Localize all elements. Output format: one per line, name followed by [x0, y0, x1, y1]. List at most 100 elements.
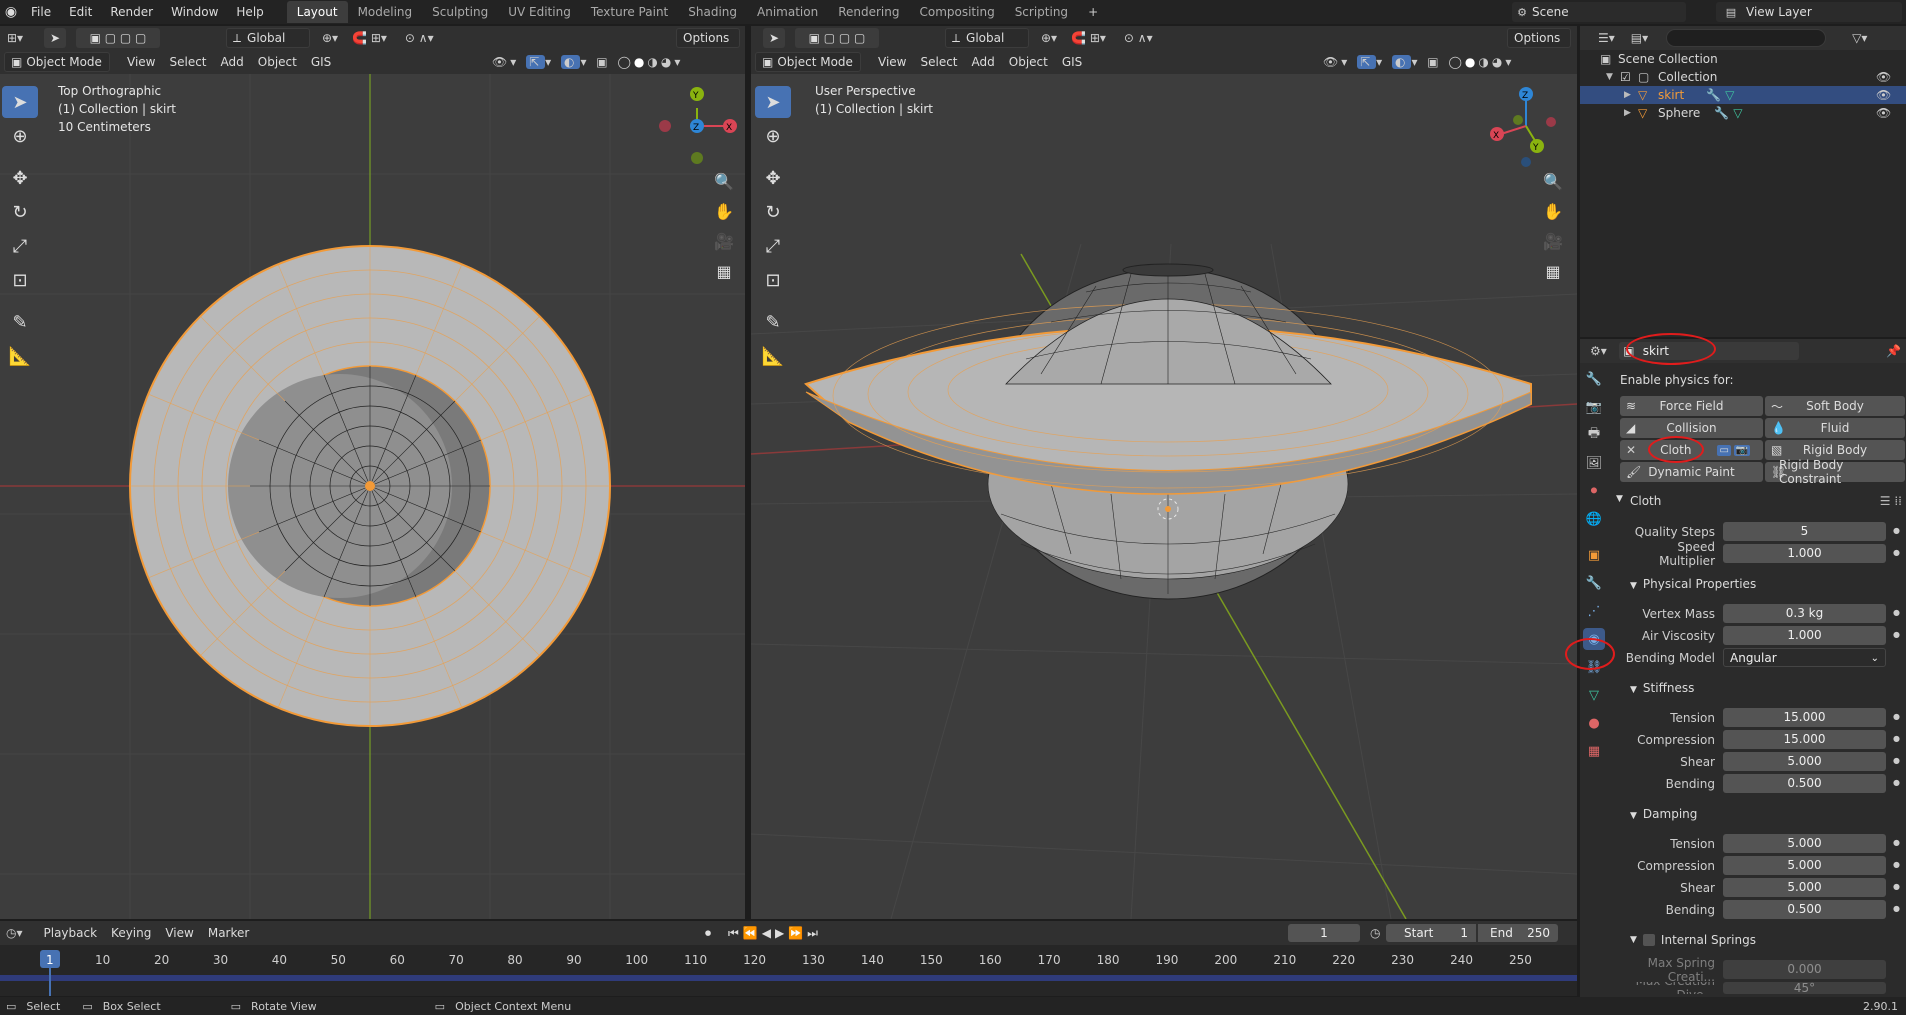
blender-logo-icon[interactable]: ◉: [0, 4, 22, 20]
right-viewport[interactable]: Z X Y User Perspective (1) Collection | …: [751, 74, 1577, 919]
keyframe-dot-icon[interactable]: ●: [1893, 860, 1900, 869]
select-tool-icon[interactable]: ➤: [44, 28, 66, 48]
timeline-menu-view[interactable]: View: [158, 922, 200, 944]
scene-selector[interactable]: ⚙ Scene: [1512, 2, 1686, 22]
internal-springs-checkbox[interactable]: [1642, 934, 1655, 946]
menu-render[interactable]: Render: [101, 0, 162, 24]
expand-arrow-icon[interactable]: ▶: [1624, 108, 1638, 118]
camera-icon[interactable]: 🎥: [709, 226, 739, 256]
select-mode-icons-right[interactable]: ▣ ▢ ▢ ▢: [795, 28, 879, 48]
clock-icon[interactable]: ◷: [1370, 926, 1380, 940]
damping-tension-field[interactable]: 5.000: [1723, 834, 1886, 853]
cursor-icon-right[interactable]: ⊕: [755, 120, 791, 152]
visibility-eye-icon[interactable]: 👁: [1876, 88, 1891, 102]
tab-animation[interactable]: Animation: [747, 1, 828, 23]
keyframe-dot-icon[interactable]: ●: [1893, 608, 1900, 617]
zoom-icon[interactable]: 🔍: [709, 166, 739, 196]
pivot-icon[interactable]: ⊕▾: [322, 31, 338, 45]
modifier-wrench-icon[interactable]: 🔧: [1714, 106, 1729, 120]
modifiers-tab-icon[interactable]: 🔧: [1583, 572, 1605, 594]
timeline-menu-marker[interactable]: Marker: [201, 922, 256, 944]
cursor-icon[interactable]: ⊕: [2, 120, 38, 152]
zoom-icon-right[interactable]: 🔍: [1538, 166, 1568, 196]
tab-texture-paint[interactable]: Texture Paint: [581, 1, 678, 23]
start-frame-field[interactable]: Start 1: [1386, 924, 1476, 942]
damping-compression-field[interactable]: 5.000: [1723, 856, 1886, 875]
left-viewport[interactable]: Y X Z Top Orthographic (1) Collection | …: [0, 74, 745, 919]
right-menu-add[interactable]: Add: [965, 51, 1002, 73]
right-menu-select[interactable]: Select: [913, 51, 964, 73]
tab-scripting[interactable]: Scripting: [1005, 1, 1078, 23]
render-icon[interactable]: 📷: [1583, 396, 1605, 418]
scale-icon-right[interactable]: ⤢: [755, 230, 791, 262]
outliner-scene-collection[interactable]: ▣ Scene Collection: [1600, 50, 1900, 68]
outliner-skirt[interactable]: ▶ ▽ skirt 🔧 ▽ 👁: [1580, 86, 1906, 104]
quality-steps-field[interactable]: 5: [1723, 522, 1886, 541]
left-mode-dropdown[interactable]: ▣ Object Mode: [4, 52, 110, 72]
mesh-data-icon[interactable]: ▽: [1725, 88, 1734, 102]
left-options-dropdown[interactable]: Options: [676, 28, 740, 48]
right-menu-object[interactable]: Object: [1002, 51, 1055, 73]
keyframe-dot-icon[interactable]: ●: [1893, 526, 1900, 535]
view-layer-selector[interactable]: ▤ View Layer: [1716, 2, 1902, 22]
pivot-icon-right[interactable]: ⊕▾: [1041, 31, 1057, 45]
right-menu-gis[interactable]: GIS: [1055, 51, 1089, 73]
damping-bending-field[interactable]: 0.500: [1723, 900, 1886, 919]
physical-properties-header[interactable]: ▼ Physical Properties: [1630, 577, 1756, 591]
output-icon[interactable]: 🖶: [1583, 424, 1605, 446]
left-menu-add[interactable]: Add: [214, 51, 251, 73]
speed-multiplier-field[interactable]: 1.000: [1723, 544, 1886, 563]
left-menu-object[interactable]: Object: [251, 51, 304, 73]
select-box-icon-right[interactable]: ➤: [755, 86, 791, 118]
keyframe-dot-icon[interactable]: ●: [1893, 548, 1900, 557]
snap-icon[interactable]: 🧲 ⊞▾: [352, 31, 387, 45]
mesh-data-icon[interactable]: ▽: [1733, 106, 1742, 120]
air-viscosity-field[interactable]: 1.000: [1723, 626, 1886, 645]
texture-tab-icon[interactable]: ▦: [1583, 740, 1605, 762]
outliner-search-input[interactable]: [1666, 29, 1827, 47]
force-field-button[interactable]: ≋ Force Field: [1620, 396, 1763, 416]
show-viewport-icon[interactable]: ▭: [1717, 444, 1731, 456]
right-mode-dropdown[interactable]: ▣ Object Mode: [755, 52, 861, 72]
filter-icon[interactable]: ▽▾: [1852, 31, 1867, 45]
editor-type-icon[interactable]: ⊞▾: [0, 31, 30, 45]
presets-list-icon[interactable]: ☰ ⁞⁞: [1880, 494, 1902, 508]
tab-rendering[interactable]: Rendering: [828, 1, 909, 23]
keyframe-dot-icon[interactable]: ●: [1893, 712, 1900, 721]
select-tool-icon-right[interactable]: ➤: [763, 28, 785, 48]
outliner-sphere[interactable]: ▶ ▽ Sphere 🔧 ▽ 👁: [1580, 104, 1906, 122]
select-box-icon[interactable]: ➤: [2, 86, 38, 118]
current-frame-field[interactable]: 1: [1288, 924, 1360, 942]
rigid-body-constraint-button[interactable]: ⛓ Rigid Body Constraint: [1765, 458, 1905, 486]
remove-cloth-icon[interactable]: ✕: [1626, 443, 1636, 457]
display-mode-icon[interactable]: ▤▾: [1631, 31, 1648, 45]
outliner-editor-icon[interactable]: ☰▾: [1598, 31, 1615, 45]
timeline-menu-playback[interactable]: Playback: [37, 922, 105, 944]
proportional-icon-right[interactable]: ⊙ ∧▾: [1124, 31, 1153, 45]
right-transform-dropdown[interactable]: ⟂ Global: [945, 28, 1029, 48]
material-tab-icon[interactable]: ●: [1583, 712, 1605, 734]
fluid-button[interactable]: 💧 Fluid: [1765, 418, 1905, 438]
pin-icon[interactable]: 📌: [1886, 344, 1901, 358]
move-icon-right[interactable]: ✥: [755, 162, 791, 194]
soft-body-button[interactable]: 〜 Soft Body: [1765, 396, 1905, 416]
playback-controls-icon[interactable]: ⏮⏪◀▶⏩⏭: [728, 926, 822, 941]
left-overlay-icons[interactable]: 👁▾ ⇱ ▾ ◐ ▾ ▣ ◯●◑◕▾: [492, 55, 683, 69]
add-workspace-button[interactable]: +: [1078, 1, 1108, 23]
view-layer-tab-icon[interactable]: 🖼: [1583, 452, 1605, 474]
transform-icon-right[interactable]: ⊡: [755, 264, 791, 296]
pan-hand-icon-right[interactable]: ✋: [1538, 196, 1568, 226]
properties-editor-icon[interactable]: ⚙▾: [1590, 344, 1607, 358]
scale-icon[interactable]: ⤢: [2, 230, 38, 262]
stiffness-shear-field[interactable]: 5.000: [1723, 752, 1886, 771]
checkbox-icon[interactable]: ☑: [1620, 70, 1638, 84]
rotate-icon[interactable]: ↻: [2, 196, 38, 228]
stiffness-compression-field[interactable]: 15.000: [1723, 730, 1886, 749]
dynamic-paint-button[interactable]: 🖌 Dynamic Paint: [1620, 462, 1763, 482]
max-spring-field[interactable]: 0.000: [1723, 960, 1886, 979]
damping-shear-field[interactable]: 5.000: [1723, 878, 1886, 897]
snap-icon-right[interactable]: 🧲 ⊞▾: [1071, 31, 1106, 45]
annotate-icon-right[interactable]: ✎: [755, 306, 791, 338]
keyframe-dot-icon[interactable]: ●: [1893, 838, 1900, 847]
keyframe-dot-icon[interactable]: ●: [1893, 778, 1900, 787]
